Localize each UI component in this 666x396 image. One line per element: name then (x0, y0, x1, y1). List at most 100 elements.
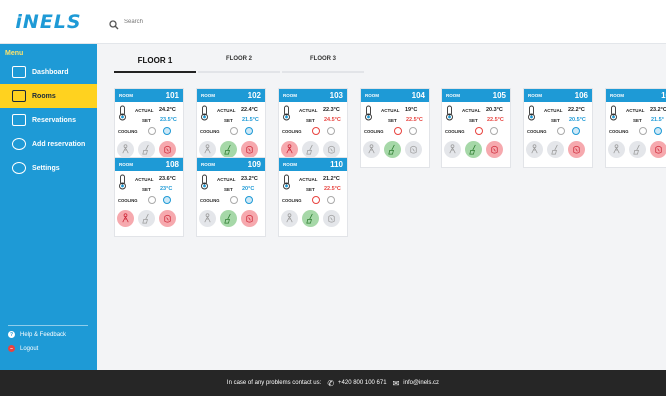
room-card[interactable]: ROOM 106 ACTUAL 22.2°C SET 20.5°C COOLIN… (523, 88, 593, 168)
room-card[interactable]: ROOM 105 ACTUAL 20.3°C SET 22.5°C COOLIN… (441, 88, 511, 168)
cooling-toggle-icon[interactable] (148, 127, 156, 135)
room-card[interactable]: ROOM 109 ACTUAL 23.2°C SET 20°C COOLING (196, 157, 266, 237)
help-feedback-link[interactable]: ? Help & Feedback (8, 331, 66, 338)
cooling-label: COOLING (118, 198, 138, 203)
room-status-buttons (281, 210, 344, 227)
set-label: SET (224, 118, 233, 123)
room-card[interactable]: ROOM 110 ACTUAL 21.2°C SET 22.5°C COOLIN… (278, 157, 348, 237)
snowflake-icon[interactable] (245, 127, 253, 135)
room-card-header: ROOM 10 (606, 89, 666, 102)
cooling-toggle-icon[interactable] (230, 196, 238, 204)
tab-floor-3[interactable]: FLOOR 3 (282, 56, 364, 73)
cooling-toggle-icon[interactable] (148, 196, 156, 204)
contact-phone[interactable]: +420 800 100 671 (338, 380, 387, 386)
actual-label: ACTUAL (299, 108, 318, 113)
logout-link[interactable]: – Logout (8, 345, 38, 352)
tab-floor-2[interactable]: FLOOR 2 (198, 56, 280, 73)
occupied-icon[interactable] (363, 141, 380, 158)
room-number: 108 (165, 160, 179, 169)
cleaning-icon[interactable] (138, 141, 155, 158)
room-label: ROOM (119, 162, 133, 167)
room-card[interactable]: ROOM 103 ACTUAL 22.3°C SET 24.5°C COOLIN… (278, 88, 348, 168)
room-card[interactable]: ROOM 108 ACTUAL 23.6°C SET 23°C COOLING (114, 157, 184, 237)
search-icon[interactable] (109, 17, 119, 29)
snowflake-icon[interactable] (327, 127, 335, 135)
snowflake-icon[interactable] (490, 127, 498, 135)
room-card-header: ROOM 103 (279, 89, 347, 102)
do-not-disturb-icon[interactable] (323, 210, 340, 227)
sidebar-item-rooms[interactable]: Rooms (0, 84, 97, 108)
cleaning-icon[interactable] (302, 210, 319, 227)
snowflake-icon[interactable] (163, 127, 171, 135)
occupied-icon[interactable] (199, 141, 216, 158)
cleaning-icon[interactable] (629, 141, 646, 158)
cooling-toggle-icon[interactable] (312, 196, 320, 204)
cooling-toggle-icon[interactable] (557, 127, 565, 135)
do-not-disturb-icon[interactable] (241, 141, 258, 158)
cleaning-icon[interactable] (220, 210, 237, 227)
thermometer-icon (200, 174, 209, 190)
cooling-label: COOLING (200, 129, 220, 134)
occupied-icon[interactable] (117, 210, 134, 227)
set-temp: 24.5°C (324, 117, 341, 123)
thermometer-icon (527, 105, 536, 121)
do-not-disturb-icon[interactable] (241, 210, 258, 227)
cooling-toggle-icon[interactable] (230, 127, 238, 135)
logo[interactable]: iNELS (0, 0, 97, 44)
cooling-toggle-icon[interactable] (312, 127, 320, 135)
sidebar-item-dashboard[interactable]: Dashboard (0, 60, 97, 84)
contact-email[interactable]: info@inels.cz (403, 380, 439, 386)
occupied-icon[interactable] (608, 141, 625, 158)
cleaning-icon[interactable] (220, 141, 237, 158)
room-card[interactable]: ROOM 10 ACTUAL 23.2°C SET 21.5° COOLING (605, 88, 666, 168)
occupied-icon[interactable] (117, 141, 134, 158)
snowflake-icon[interactable] (163, 196, 171, 204)
help-icon: ? (8, 331, 15, 338)
actual-label: ACTUAL (299, 177, 318, 182)
cooling-toggle-icon[interactable] (639, 127, 647, 135)
do-not-disturb-icon[interactable] (323, 141, 340, 158)
room-card[interactable]: ROOM 101 ACTUAL 24.2°C SET 23.5°C COOLIN… (114, 88, 184, 168)
snowflake-icon[interactable] (572, 127, 580, 135)
logout-label: Logout (20, 345, 39, 352)
snowflake-icon[interactable] (409, 127, 417, 135)
actual-temp: 20.3°C (486, 107, 503, 113)
occupied-icon[interactable] (444, 141, 461, 158)
search-input[interactable] (124, 18, 264, 25)
cleaning-icon[interactable] (138, 210, 155, 227)
do-not-disturb-icon[interactable] (568, 141, 585, 158)
room-number: 101 (165, 91, 179, 100)
occupied-icon[interactable] (281, 141, 298, 158)
snowflake-icon[interactable] (245, 196, 253, 204)
occupied-icon[interactable] (199, 210, 216, 227)
mail-icon: ✉ (392, 378, 400, 388)
cleaning-icon[interactable] (302, 141, 319, 158)
set-label: SET (469, 118, 478, 123)
snowflake-icon[interactable] (654, 127, 662, 135)
snowflake-icon[interactable] (327, 196, 335, 204)
tab-floor-1[interactable]: FLOOR 1 (114, 56, 196, 73)
cleaning-icon[interactable] (384, 141, 401, 158)
room-card[interactable]: ROOM 104 ACTUAL 19°C SET 22.5°C COOLING (360, 88, 430, 168)
do-not-disturb-icon[interactable] (405, 141, 422, 158)
cleaning-icon[interactable] (465, 141, 482, 158)
do-not-disturb-icon[interactable] (486, 141, 503, 158)
sidebar-item-reservations[interactable]: Reservations (0, 108, 97, 132)
cooling-toggle-icon[interactable] (475, 127, 483, 135)
sidebar-item-settings[interactable]: Settings (0, 156, 97, 180)
cleaning-icon[interactable] (547, 141, 564, 158)
do-not-disturb-icon[interactable] (159, 141, 176, 158)
occupied-icon[interactable] (281, 210, 298, 227)
room-card[interactable]: ROOM 102 ACTUAL 22.4°C SET 21.5°C COOLIN… (196, 88, 266, 168)
top-bar (97, 0, 666, 44)
cooling-label: COOLING (282, 198, 302, 203)
set-label: SET (306, 118, 315, 123)
room-status-buttons (199, 210, 262, 227)
logout-icon: – (8, 345, 15, 352)
cooling-toggle-icon[interactable] (394, 127, 402, 135)
do-not-disturb-icon[interactable] (650, 141, 666, 158)
cooling-label: COOLING (445, 129, 465, 134)
do-not-disturb-icon[interactable] (159, 210, 176, 227)
occupied-icon[interactable] (526, 141, 543, 158)
sidebar-item-add-reservation[interactable]: Add reservation (0, 132, 97, 156)
